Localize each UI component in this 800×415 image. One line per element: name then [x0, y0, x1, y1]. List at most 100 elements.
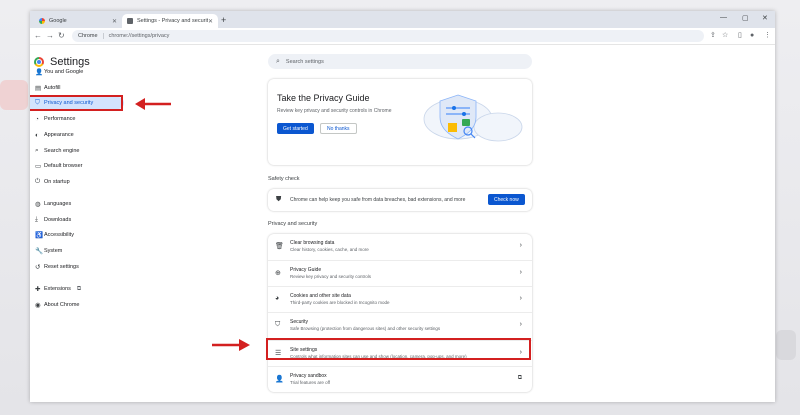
clear-browsing-data-row[interactable]: 🗑 Clear browsing data Clear history, coo… — [268, 234, 532, 260]
sidebar-item-label: Downloads — [44, 217, 72, 223]
sidebar-item-default-browser[interactable]: ▭ Default browser — [30, 160, 124, 172]
privacy-section-label: Privacy and security — [268, 221, 318, 227]
side-panel-icon[interactable]: ▯ — [738, 31, 742, 41]
annotation-highlight-privacy-and-security — [30, 95, 123, 111]
autofill-icon: ▤ — [35, 85, 42, 92]
get-started-button[interactable]: Get started — [277, 123, 314, 134]
row-subtitle: Review key privacy and security controls — [290, 274, 372, 279]
wrench-icon: 🔧 — [35, 248, 44, 255]
url-text: chrome://settings/privacy — [108, 33, 170, 39]
chevron-right-icon: › — [519, 242, 522, 249]
search-icon: ⌕ — [276, 57, 280, 65]
power-icon: ⏻ — [35, 178, 41, 185]
annotation-highlight-site-settings — [266, 338, 531, 360]
chevron-right-icon: › — [519, 269, 522, 276]
sidebar-item-label: Reset settings — [44, 264, 79, 270]
google-icon — [39, 18, 45, 24]
sidebar-item-performance[interactable]: ◔ Performance — [30, 113, 124, 125]
search-icon: ⌕ — [35, 147, 39, 154]
sidebar-item-system[interactable]: 🔧 System — [30, 245, 124, 257]
bookmark-star-icon[interactable]: ☆ — [722, 31, 728, 41]
close-icon[interactable]: ✕ — [112, 18, 117, 25]
chevron-right-icon: › — [519, 295, 522, 302]
sidebar-item-label: Extensions — [44, 286, 71, 292]
safety-check-section-label: Safety check — [268, 176, 300, 182]
menu-kebab-icon[interactable]: ⋮ — [764, 31, 771, 41]
sidebar-item-autofill[interactable]: ▤ Autofill — [30, 82, 124, 94]
browser-window: Google ✕ Settings - Privacy and security… — [30, 11, 775, 402]
browser-icon: ▭ — [35, 163, 42, 170]
safety-check-text: Chrome can help keep you safe from data … — [290, 197, 466, 203]
close-window-icon[interactable]: ✕ — [762, 14, 768, 22]
new-tab-button[interactable]: + — [221, 14, 226, 26]
maximize-icon[interactable]: ▢ — [742, 14, 749, 22]
privacy-guide-row[interactable]: ⊕ Privacy Guide Review key privacy and s… — [268, 260, 532, 286]
palette-icon: ◐ — [35, 131, 39, 139]
globe-icon: ◍ — [35, 201, 41, 208]
sidebar-item-downloads[interactable]: ⤓ Downloads — [30, 214, 124, 226]
safety-check-card: ⛊ Chrome can help keep you safe from dat… — [268, 189, 532, 211]
privacy-sandbox-row[interactable]: 👤 Privacy sandbox Trial features are off… — [268, 366, 532, 392]
sidebar-item-label: Languages — [44, 201, 72, 207]
search-input[interactable]: ⌕ Search settings — [268, 54, 532, 69]
external-link-icon: ⧉ — [76, 285, 82, 292]
row-subtitle: Third-party cookies are blocked in Incog… — [290, 300, 390, 305]
chevron-right-icon: › — [519, 321, 522, 328]
accessibility-icon: ♿ — [35, 232, 44, 239]
sidebar-item-reset-settings[interactable]: ↺ Reset settings — [30, 261, 124, 273]
chrome-icon: ◉ — [35, 302, 41, 309]
privacy-guide-title: Take the Privacy Guide — [277, 93, 370, 103]
cookies-row[interactable]: ◕ Cookies and other site data Third-part… — [268, 286, 532, 312]
check-now-button[interactable]: Check now — [488, 194, 525, 205]
sidebar-item-accessibility[interactable]: ♿ Accessibility — [30, 229, 124, 241]
row-title: Clear browsing data — [290, 240, 335, 246]
reload-icon[interactable]: ↻ — [58, 30, 65, 42]
site-chip[interactable]: Chrome — [78, 33, 104, 39]
close-icon[interactable]: ✕ — [208, 18, 213, 25]
no-thanks-button[interactable]: No thanks — [320, 123, 357, 134]
profile-icon[interactable]: ● — [750, 31, 754, 41]
tab-strip: Google ✕ Settings - Privacy and security… — [30, 11, 775, 28]
security-icon: ⛉ — [275, 321, 281, 328]
sidebar-item-on-startup[interactable]: ⏻ On startup — [30, 176, 124, 188]
sidebar-item-label: Default browser — [44, 163, 83, 169]
tab-label: Google — [49, 18, 67, 24]
trash-icon: 🗑 — [275, 243, 284, 250]
sidebar-item-label: About Chrome — [44, 302, 80, 308]
minimize-icon[interactable]: — — [720, 14, 727, 21]
sidebar-item-label: Accessibility — [44, 232, 74, 238]
sidebar-item-label: You and Google — [44, 69, 84, 75]
sidebar-item-label: System — [44, 248, 63, 254]
row-subtitle: Trial features are off — [290, 380, 331, 385]
sidebar-item-extensions[interactable]: ✚ Extensions ⧉ — [30, 283, 124, 295]
sidebar-item-label: Autofill — [44, 85, 61, 91]
address-bar[interactable]: Chrome chrome://settings/privacy — [72, 30, 704, 42]
settings-icon — [127, 18, 133, 24]
privacy-settings-card: 🗑 Clear browsing data Clear history, coo… — [268, 234, 532, 392]
browser-toolbar: ← → ↻ Chrome chrome://settings/privacy ⇪… — [30, 28, 775, 45]
cookie-icon: ◕ — [275, 295, 280, 302]
tab-google[interactable]: Google ✕ — [34, 14, 122, 28]
security-row[interactable]: ⛉ Security Safe Browsing (protection fro… — [268, 312, 532, 338]
puzzle-icon: ✚ — [35, 286, 41, 293]
sidebar-item-search-engine[interactable]: ⌕ Search engine — [30, 145, 124, 157]
sidebar-item-about-chrome[interactable]: ◉ About Chrome — [30, 299, 124, 311]
sidebar-item-label: On startup — [44, 179, 70, 185]
share-icon[interactable]: ⇪ — [710, 31, 716, 41]
tab-settings[interactable]: Settings - Privacy and security ✕ — [122, 14, 218, 28]
download-icon: ⤓ — [35, 216, 38, 223]
search-placeholder: Search settings — [285, 58, 324, 65]
compass-icon: ⊕ — [275, 270, 281, 277]
sidebar-item-you-and-google[interactable]: 👤 You and Google — [30, 66, 124, 78]
sidebar-item-appearance[interactable]: ◐ Appearance — [30, 129, 124, 141]
tab-label: Settings - Privacy and security — [137, 18, 208, 24]
sidebar-item-label: Performance — [44, 116, 76, 122]
forward-arrow-icon[interactable]: → — [46, 30, 54, 42]
sidebar-item-languages[interactable]: ◍ Languages — [30, 198, 124, 210]
row-title: Cookies and other site data — [290, 293, 351, 299]
annotation-arrow-right-icon — [212, 339, 250, 351]
back-arrow-icon[interactable]: ← — [34, 30, 42, 42]
row-title: Privacy sandbox — [290, 373, 327, 379]
sidebar-item-label: Appearance — [44, 132, 74, 138]
row-title: Security — [290, 319, 309, 325]
